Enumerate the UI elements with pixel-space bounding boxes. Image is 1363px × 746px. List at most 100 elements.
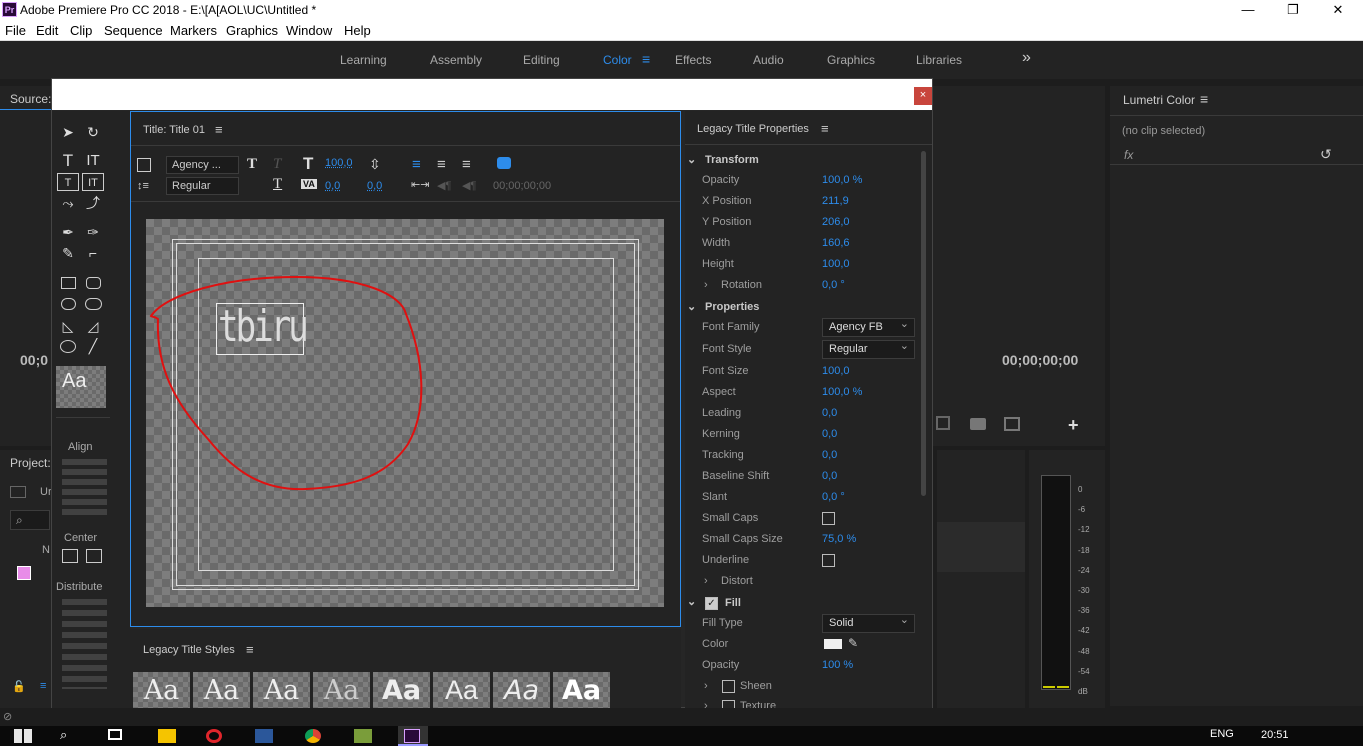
rotation-value[interactable]: 0,0 °	[822, 279, 845, 291]
font-style-select[interactable]: Regular	[822, 339, 915, 359]
sheen-checkbox[interactable]	[722, 680, 735, 693]
selection-tool-icon[interactable]: ➤	[57, 123, 79, 141]
clipped-rectangle-tool-icon[interactable]	[61, 298, 76, 310]
properties-chevron-icon[interactable]: ⌄	[687, 300, 696, 313]
list-view-icon[interactable]: ≡	[40, 680, 46, 692]
vertical-area-type-tool-icon[interactable]: IT	[82, 173, 104, 191]
file-explorer-icon[interactable]	[158, 729, 176, 743]
fill-section[interactable]: Fill	[725, 597, 741, 609]
styles-menu-icon[interactable]: ≡	[246, 642, 254, 657]
convert-anchor-tool-icon[interactable]: ⌐	[82, 244, 104, 262]
windows-start-icon[interactable]	[14, 729, 32, 743]
reset-icon[interactable]: ↺	[1320, 146, 1332, 163]
menu-graphics[interactable]: Graphics	[226, 23, 278, 38]
kerning-value[interactable]: 0,0	[325, 180, 340, 192]
fill-color-swatch[interactable]	[824, 639, 842, 649]
font-style-dropdown[interactable]: Regular	[166, 177, 239, 195]
compare-view-icon[interactable]	[1004, 417, 1020, 431]
bold-icon[interactable]: T	[247, 156, 257, 173]
workspace-learning[interactable]: Learning	[340, 53, 387, 67]
lumetri-menu-icon[interactable]: ≡	[1200, 91, 1208, 107]
menu-edit[interactable]: Edit	[36, 23, 58, 38]
premiere-taskbar-button[interactable]	[398, 726, 428, 746]
underline-checkbox[interactable]	[822, 554, 835, 567]
menu-window[interactable]: Window	[286, 23, 332, 38]
project-item-swatch[interactable]	[17, 566, 31, 580]
distort-label[interactable]: Distort	[721, 575, 753, 587]
style-swatch[interactable]: Aa	[253, 672, 310, 709]
width-value[interactable]: 160,6	[822, 237, 850, 249]
tracking-value[interactable]: 0,0	[822, 449, 837, 461]
vertical-type-tool-icon[interactable]: IT	[82, 152, 104, 170]
paint-icon[interactable]	[354, 729, 372, 743]
menu-sequence[interactable]: Sequence	[104, 23, 163, 38]
arc-tool-icon[interactable]: ◿	[82, 317, 104, 335]
style-swatch[interactable]: Aa	[493, 672, 550, 709]
small-caps-checkbox[interactable]	[822, 512, 835, 525]
align-buttons-icon[interactable]	[62, 459, 107, 519]
style-swatch[interactable]: Aa	[313, 672, 370, 709]
font-family-dropdown[interactable]: Agency ...	[166, 156, 239, 174]
font-size-value[interactable]: 100,0	[822, 365, 850, 377]
path-type-tool-icon[interactable]: ⤳	[57, 194, 79, 212]
project-search-icon[interactable]: ⌕	[10, 510, 50, 530]
vertical-path-type-tool-icon[interactable]: ⤴	[82, 194, 104, 212]
workspace-editing[interactable]: Editing	[523, 53, 560, 67]
menu-clip[interactable]: Clip	[70, 23, 92, 38]
ellipse-tool-icon[interactable]	[60, 340, 76, 353]
sheen-chevron-icon[interactable]: ›	[704, 680, 708, 692]
style-swatch[interactable]: Aa	[553, 672, 610, 709]
properties-menu-icon[interactable]: ≡	[821, 121, 829, 136]
search-icon[interactable]: ⌕	[60, 727, 78, 742]
wedge-tool-icon[interactable]: ◺	[57, 317, 79, 335]
align-center-icon[interactable]: ≡	[437, 156, 446, 173]
export-frame-icon[interactable]	[936, 416, 950, 430]
slant-value[interactable]: 0,0 °	[822, 491, 845, 503]
rectangle-tool-icon[interactable]	[61, 277, 76, 289]
height-value[interactable]: 100,0	[822, 258, 850, 270]
type-tool-icon[interactable]: T	[57, 152, 79, 170]
menu-file[interactable]: File	[5, 23, 26, 38]
menu-markers[interactable]: Markers	[170, 23, 217, 38]
x-position-value[interactable]: 211,9	[822, 195, 849, 207]
transform-chevron-icon[interactable]: ⌄	[687, 153, 696, 166]
new-title-icon[interactable]	[137, 158, 151, 172]
line-tool-icon[interactable]: ╱	[82, 337, 104, 355]
chrome-icon[interactable]	[305, 729, 321, 743]
distribute-buttons-icon[interactable]	[62, 599, 107, 689]
workspace-graphics[interactable]: Graphics	[827, 53, 875, 67]
style-swatch[interactable]: Aa	[193, 672, 250, 709]
workspace-audio[interactable]: Audio	[753, 53, 784, 67]
font-family-select[interactable]: Agency FB	[822, 317, 915, 337]
word-icon[interactable]	[255, 729, 273, 743]
opera-icon[interactable]	[206, 729, 222, 743]
font-size-value[interactable]: 100,0	[325, 157, 353, 169]
title-canvas[interactable]: tbiru	[146, 219, 664, 607]
aspect-value[interactable]: 100,0 %	[822, 386, 862, 398]
center-vertical-icon[interactable]	[86, 549, 102, 563]
distort-chevron-icon[interactable]: ›	[704, 575, 708, 587]
style-swatch[interactable]: Aa	[133, 672, 190, 709]
workspace-color[interactable]: Color	[603, 53, 632, 67]
workspace-assembly[interactable]: Assembly	[430, 53, 482, 67]
area-type-tool-icon[interactable]: T	[57, 173, 79, 191]
maximize-button[interactable]: ❐	[1270, 0, 1316, 20]
style-swatch[interactable]: Aa	[433, 672, 490, 709]
italic-icon[interactable]: T	[273, 156, 281, 173]
roll-crawl-icon[interactable]: ↕≡	[137, 180, 149, 192]
opacity-value[interactable]: 100,0 %	[822, 174, 862, 186]
kerning-value[interactable]: 0,0	[822, 428, 837, 440]
source-tab[interactable]: Source:	[0, 86, 52, 110]
align-left-icon[interactable]: ≡	[412, 156, 421, 173]
minimize-button[interactable]: —	[1225, 0, 1271, 20]
leading-value[interactable]: 0,0	[822, 407, 837, 419]
underline-icon[interactable]: T	[273, 176, 282, 193]
workspace-menu-icon[interactable]: ≡	[642, 51, 650, 67]
add-button[interactable]: +	[1068, 415, 1079, 436]
pen-tool-icon[interactable]: ✒	[57, 223, 79, 241]
y-position-value[interactable]: 206,0	[822, 216, 850, 228]
delete-anchor-tool-icon[interactable]: ✑	[82, 223, 104, 241]
rounded-rectangle-tool-icon[interactable]	[86, 277, 101, 289]
leading-value[interactable]: 0,0	[367, 180, 382, 192]
rounded-corner-tool-icon[interactable]	[85, 298, 102, 310]
